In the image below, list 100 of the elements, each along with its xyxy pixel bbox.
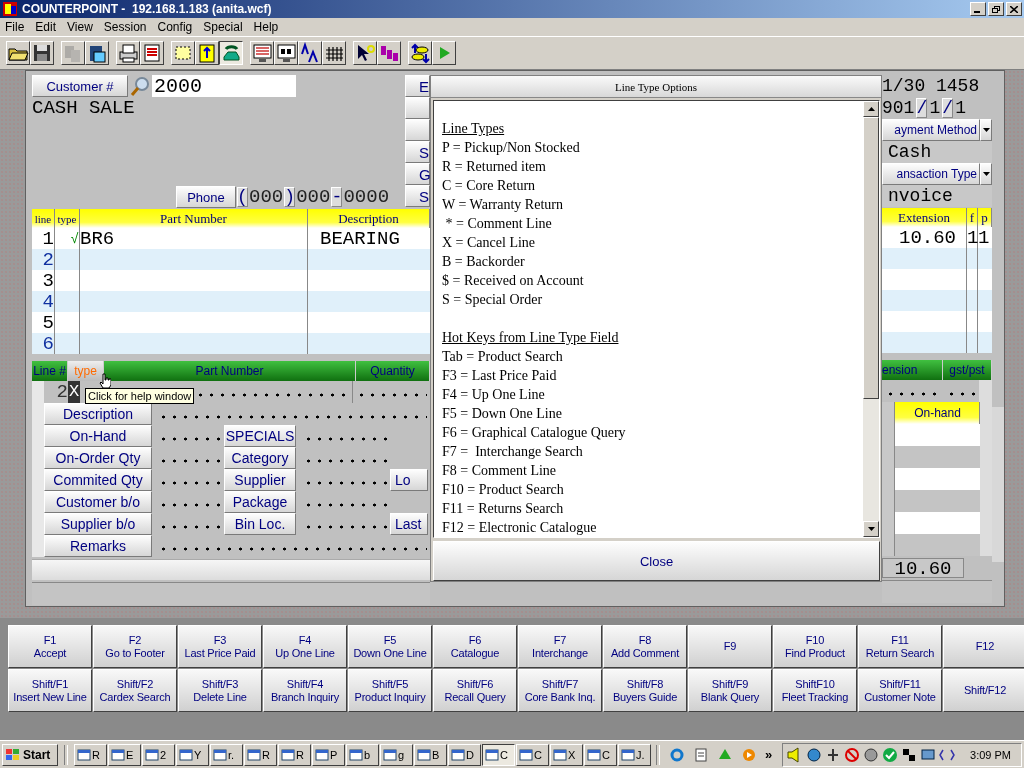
menu-item[interactable]: File xyxy=(0,20,31,34)
dropdown-value: nvoice xyxy=(882,185,992,207)
taskbar-button[interactable]: D xyxy=(448,743,481,766)
side-button[interactable]: G xyxy=(405,163,430,185)
phone-separator: - xyxy=(331,187,343,207)
line-number-cell: 2 xyxy=(32,249,55,270)
field-label-button[interactable]: Supplier xyxy=(224,469,296,491)
help-line: F8 = Comment Line xyxy=(442,462,558,480)
function-key-button[interactable]: Shift/F1 Insert New Line xyxy=(8,669,92,712)
function-key-button[interactable]: F6 Catalogue xyxy=(433,625,517,668)
section-heading: Line Types xyxy=(442,120,506,138)
function-key-button[interactable]: F8 Add Comment xyxy=(603,625,687,668)
taskbar-button[interactable]: C xyxy=(482,743,515,766)
section-heading: Hot Keys from Line Type Field xyxy=(442,329,620,347)
field-label-button[interactable]: Remarks xyxy=(44,535,152,557)
column-header: Description xyxy=(308,209,430,228)
function-key-button[interactable]: F4 Up One Line xyxy=(263,625,347,668)
help-line: F11 = Returns Search xyxy=(442,500,565,518)
function-key-button[interactable]: Shift/F5 Product Inquiry xyxy=(348,669,432,712)
function-key-button[interactable]: F3 Last Price Paid xyxy=(178,625,262,668)
phone-separator: ) xyxy=(284,187,296,207)
start-button[interactable]: Start xyxy=(2,743,58,766)
taskbar-button[interactable]: B xyxy=(414,743,447,766)
taskbar-button[interactable]: g xyxy=(380,743,413,766)
menu-item[interactable]: Special xyxy=(198,20,249,34)
field-label-button[interactable]: Package xyxy=(224,491,296,513)
function-key-button[interactable]: Shift/F11 Customer Note xyxy=(858,669,942,712)
dropdown-label: ansaction Type xyxy=(882,163,980,185)
phone-number-part: 000 xyxy=(296,186,331,208)
function-key-button[interactable]: Shift/F3 Delete Line xyxy=(178,669,262,712)
line-number-cell: 3 xyxy=(32,270,55,291)
function-key-button[interactable]: F10 Find Product xyxy=(773,625,857,668)
function-key-button[interactable]: F2 Go to Footer xyxy=(93,625,177,668)
close-button[interactable]: Close xyxy=(433,541,880,581)
menu-item[interactable]: Help xyxy=(248,20,285,34)
more-icons-chevron[interactable]: » xyxy=(765,747,773,762)
field-label-button[interactable]: Supplier b/o xyxy=(44,513,152,535)
customer-number-field[interactable]: 2000 xyxy=(152,75,296,97)
field-label-button[interactable]: On-Hand xyxy=(44,425,152,447)
function-key-button[interactable]: F7 Interchange xyxy=(518,625,602,668)
taskbar-button[interactable]: R xyxy=(74,743,107,766)
column-header: gst/pst xyxy=(943,360,992,380)
function-key-button[interactable]: F9 xyxy=(688,625,772,668)
function-key-button[interactable]: Shift/F8 Buyers Guide xyxy=(603,669,687,712)
taskbar-button[interactable]: E xyxy=(108,743,141,766)
phone-button[interactable]: Phone xyxy=(176,186,236,208)
side-button[interactable]: Last xyxy=(390,513,428,535)
taskbar-button[interactable]: Y xyxy=(176,743,209,766)
taskbar-button[interactable]: P xyxy=(312,743,345,766)
function-key-button[interactable]: Shift/F2 Cardex Search xyxy=(93,669,177,712)
menu-item[interactable]: View xyxy=(62,20,99,34)
type-field[interactable]: X xyxy=(68,381,80,403)
function-key-button[interactable]: Shift/F7 Core Bank Inq. xyxy=(518,669,602,712)
column-header: On-hand xyxy=(895,402,981,424)
line-number-cell: 4 xyxy=(32,291,55,312)
function-key-button[interactable]: F5 Down One Line xyxy=(348,625,432,668)
ref-separator: / xyxy=(942,98,954,118)
help-line: X = Cancel Line xyxy=(442,234,537,252)
field-label-button[interactable]: On-Order Qty xyxy=(44,447,152,469)
field-label-button[interactable]: Bin Loc. xyxy=(224,513,296,535)
taskbar-button[interactable]: r. xyxy=(210,743,243,766)
taskbar-button[interactable]: C xyxy=(516,743,549,766)
field-label-button[interactable]: Category xyxy=(224,447,296,469)
taskbar-button[interactable]: X xyxy=(550,743,583,766)
phone-number-part: 0000 xyxy=(343,186,390,208)
function-key-button[interactable]: Shift/F9 Blank Query xyxy=(688,669,772,712)
side-button[interactable]: E xyxy=(405,75,430,97)
taskbar-button[interactable]: R xyxy=(278,743,311,766)
customer-number-button[interactable]: Customer # xyxy=(32,75,128,97)
field-label-button[interactable]: Description xyxy=(44,403,152,425)
menu-item[interactable]: Session xyxy=(98,20,153,34)
taskbar-button[interactable]: C xyxy=(584,743,617,766)
help-line: F7 = Interchange Search xyxy=(442,443,584,461)
extension-cell: 10.60 xyxy=(882,227,967,248)
column-header: Extension xyxy=(882,208,967,227)
taskbar-button[interactable]: R xyxy=(244,743,277,766)
help-line: F4 = Up One Line xyxy=(442,386,546,404)
field-label-button[interactable]: Customer b/o xyxy=(44,491,152,513)
function-key-button[interactable]: F1 Accept xyxy=(8,625,92,668)
taskbar-button[interactable]: 2 xyxy=(142,743,175,766)
function-key-button[interactable]: Shift/F12 xyxy=(943,669,1024,712)
function-key-button[interactable]: Shift/F6 Recall Query xyxy=(433,669,517,712)
side-button[interactable]: Lo xyxy=(390,469,428,491)
table-cell: 1 xyxy=(978,227,992,248)
field-label-button[interactable]: SPECIALS xyxy=(224,425,296,447)
function-key-button[interactable]: F12 xyxy=(943,625,1024,668)
function-key-button[interactable]: Shift/F4 Branch Inquiry xyxy=(263,669,347,712)
help-line: B = Backorder xyxy=(442,253,526,271)
side-button[interactable]: S xyxy=(405,141,430,163)
field-label-button[interactable]: Commited Qty xyxy=(44,469,152,491)
taskbar-button[interactable]: J. xyxy=(618,743,651,766)
function-key-button[interactable]: F11 Return Search xyxy=(858,625,942,668)
dropdown-value: Cash xyxy=(882,141,992,163)
function-key-button[interactable]: ShiftF10 Fleet Tracking xyxy=(773,669,857,712)
help-line: P = Pickup/Non Stocked xyxy=(442,139,581,157)
menu-item[interactable]: Edit xyxy=(30,20,63,34)
line-number-cell: 5 xyxy=(32,312,55,333)
side-button[interactable]: S xyxy=(405,185,430,207)
taskbar-button[interactable]: b xyxy=(346,743,379,766)
menu-item[interactable]: Config xyxy=(152,20,199,34)
